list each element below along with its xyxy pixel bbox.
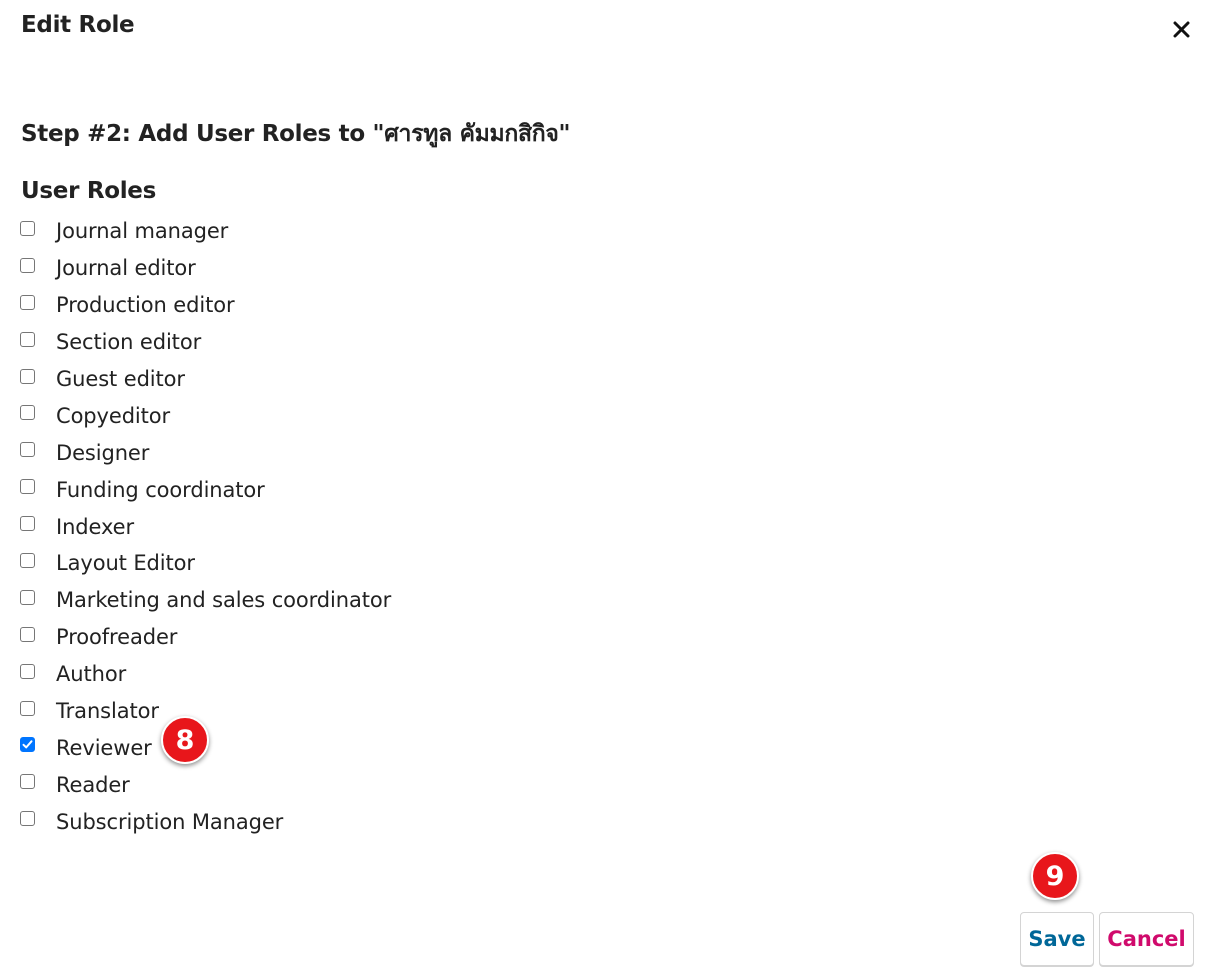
role-option-journal-manager[interactable]: Journal manager	[20, 213, 391, 250]
role-checkbox[interactable]	[20, 552, 35, 568]
role-option-indexer[interactable]: Indexer	[20, 508, 391, 545]
role-checkbox[interactable]	[20, 811, 35, 827]
role-checkbox[interactable]	[20, 737, 35, 753]
role-label: Indexer	[56, 514, 135, 539]
role-option-proofreader[interactable]: Proofreader	[20, 619, 391, 656]
close-button[interactable]	[1166, 12, 1196, 46]
cancel-button[interactable]: Cancel	[1099, 912, 1194, 966]
role-option-author[interactable]: Author	[20, 656, 391, 693]
dialog-title: Edit Role	[21, 12, 135, 38]
role-label: Journal manager	[56, 219, 229, 244]
role-option-reader[interactable]: Reader	[20, 766, 391, 803]
role-label: Section editor	[56, 330, 202, 355]
close-icon	[1173, 21, 1190, 38]
role-label: Reviewer	[56, 735, 152, 760]
role-option-designer[interactable]: Designer	[20, 434, 391, 471]
role-label: Layout Editor	[56, 551, 195, 576]
role-checkbox[interactable]	[20, 331, 35, 347]
role-checkbox[interactable]	[20, 663, 35, 679]
role-label: Subscription Manager	[56, 809, 284, 834]
role-option-journal-editor[interactable]: Journal editor	[20, 250, 391, 287]
role-checkbox[interactable]	[20, 516, 35, 532]
role-checkbox[interactable]	[20, 700, 35, 716]
save-button[interactable]: Save	[1020, 912, 1094, 966]
role-option-copyeditor[interactable]: Copyeditor	[20, 397, 391, 434]
step-8-badge: 8	[161, 716, 209, 764]
role-label: Designer	[56, 440, 150, 465]
role-option-section-editor[interactable]: Section editor	[20, 324, 391, 361]
role-checkbox[interactable]	[20, 220, 35, 236]
role-option-layout-editor[interactable]: Layout Editor	[20, 545, 391, 582]
role-option-production-editor[interactable]: Production editor	[20, 287, 391, 324]
role-label: Production editor	[56, 293, 235, 318]
role-label: Guest editor	[56, 367, 185, 391]
role-option-subscription-manager[interactable]: Subscription Manager	[20, 803, 391, 840]
edit-role-dialog: Edit Role Step #2: Add User Roles to "ศา…	[0, 0, 1214, 980]
role-label: Journal editor	[56, 256, 196, 281]
role-checkbox[interactable]	[20, 589, 35, 605]
role-label: Translator	[56, 699, 159, 724]
role-option-translator[interactable]: Translator	[20, 693, 391, 730]
role-label: Author	[56, 662, 127, 687]
role-checkbox[interactable]	[20, 479, 35, 495]
role-label: Proofreader	[56, 625, 178, 650]
role-checkbox[interactable]	[20, 774, 35, 790]
role-option-marketing-and-sales-coordinator[interactable]: Marketing and sales coordinator	[20, 582, 391, 619]
role-option-guest-editor[interactable]: Guest editor	[20, 361, 391, 398]
role-checkbox[interactable]	[20, 368, 35, 384]
user-roles-label: User Roles	[21, 178, 157, 204]
role-label: Funding coordinator	[56, 477, 265, 502]
role-label: Reader	[56, 772, 130, 797]
role-checkbox[interactable]	[20, 442, 35, 458]
role-checkbox[interactable]	[20, 626, 35, 642]
step-9-badge: 9	[1031, 852, 1079, 900]
role-checkbox[interactable]	[20, 257, 35, 273]
role-checkbox[interactable]	[20, 405, 35, 421]
role-label: Marketing and sales coordinator	[56, 588, 392, 613]
role-option-funding-coordinator[interactable]: Funding coordinator	[20, 471, 391, 508]
role-label: Copyeditor	[56, 403, 171, 428]
role-checkbox[interactable]	[20, 294, 35, 310]
step-heading: Step #2: Add User Roles to "ศารทูล คัมมก…	[21, 121, 571, 147]
